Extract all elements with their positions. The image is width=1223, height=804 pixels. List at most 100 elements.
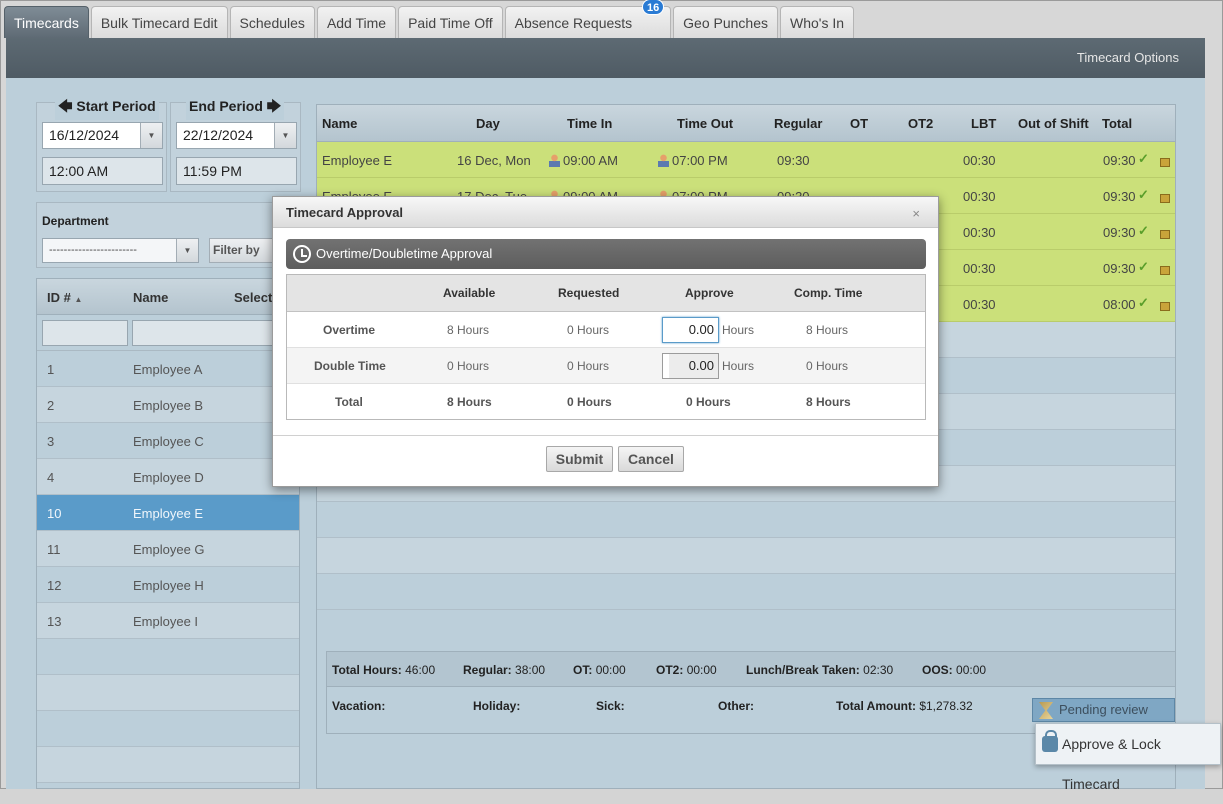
double-time-approve-input[interactable]: 0.00 bbox=[662, 353, 719, 379]
calendar-icon[interactable] bbox=[1160, 154, 1170, 169]
tab-add-time[interactable]: Add Time bbox=[316, 6, 397, 38]
col-total[interactable]: Total bbox=[1102, 116, 1132, 131]
start-period-text: Start Period bbox=[76, 98, 156, 114]
row-name: Employee E bbox=[322, 153, 393, 168]
col-name[interactable]: Name bbox=[322, 116, 357, 131]
list-item[interactable]: 2 Employee B bbox=[37, 387, 299, 423]
col-lbt[interactable]: LBT bbox=[971, 116, 996, 131]
department-label: Department bbox=[42, 214, 109, 228]
pending-review-label: Pending review bbox=[1059, 702, 1148, 717]
tab-absence-requests[interactable]: Absence Requests 16 bbox=[504, 0, 672, 38]
cancel-button[interactable]: Cancel bbox=[618, 446, 684, 472]
chevron-down-icon[interactable]: ▼ bbox=[274, 123, 296, 148]
total-approve: 0 Hours bbox=[686, 395, 731, 409]
end-period-text: End Period bbox=[189, 98, 263, 114]
tab-geo-punches[interactable]: Geo Punches bbox=[673, 6, 779, 38]
timecard-options-link[interactable]: Timecard Options bbox=[1077, 50, 1179, 65]
employee-id: 11 bbox=[47, 542, 61, 557]
row-total: 09:30 bbox=[1103, 189, 1136, 204]
approved-check-icon: ✓ bbox=[1138, 187, 1149, 202]
options-bar: Timecard Options bbox=[6, 38, 1205, 78]
chevron-down-icon[interactable]: ▼ bbox=[140, 123, 162, 148]
list-item bbox=[37, 747, 299, 783]
approved-check-icon: ✓ bbox=[1138, 223, 1149, 238]
double-time-requested: 0 Hours bbox=[567, 359, 610, 373]
col-time-in[interactable]: Time In bbox=[567, 116, 612, 131]
overtime-unit: Hours bbox=[722, 323, 755, 337]
list-item bbox=[37, 711, 299, 747]
employee-list: ID # ▲ Name Selecte 1 Employee A 2 Employee… bbox=[36, 278, 301, 789]
overtime-comp-time: 8 Hours bbox=[806, 323, 849, 337]
tab-whos-in[interactable]: Who's In bbox=[780, 6, 855, 38]
col-day[interactable]: Day bbox=[476, 116, 500, 131]
end-time-input[interactable]: 11:59 PM bbox=[176, 157, 297, 185]
overtime-available: 8 Hours bbox=[447, 323, 490, 337]
clock-history-icon bbox=[293, 245, 311, 263]
start-time-input[interactable]: 12:00 AM bbox=[42, 157, 163, 185]
tab-absence-requests-label: Absence Requests bbox=[514, 15, 633, 31]
list-item[interactable]: 4 Employee D bbox=[37, 459, 299, 495]
vacation-label: Vacation: bbox=[332, 699, 386, 713]
sort-asc-icon: ▲ bbox=[74, 295, 83, 304]
tab-timecards[interactable]: Timecards bbox=[4, 6, 89, 38]
list-item[interactable]: 10 Employee E bbox=[37, 495, 299, 531]
approved-check-icon: ✓ bbox=[1138, 151, 1149, 166]
row-total: 08:00 bbox=[1103, 297, 1136, 312]
list-item[interactable]: 13 Employee I bbox=[37, 603, 299, 639]
tab-schedules[interactable]: Schedules bbox=[229, 6, 315, 38]
row-day: 16 Dec, Mon bbox=[457, 153, 531, 168]
calendar-icon[interactable] bbox=[1160, 262, 1170, 277]
tab-bulk-timecard-edit[interactable]: Bulk Timecard Edit bbox=[90, 6, 228, 38]
list-item[interactable]: 3 Employee C bbox=[37, 423, 299, 459]
id-column-header[interactable]: ID # ▲ bbox=[47, 290, 82, 305]
double-time-row: Double Time 0 Hours 0 Hours 0.00 Hours 0… bbox=[287, 348, 925, 384]
row-lbt: 00:30 bbox=[963, 261, 996, 276]
overtime-label: Overtime bbox=[323, 323, 376, 337]
list-item[interactable]: 11 Employee G bbox=[37, 531, 299, 567]
employee-name: Employee G bbox=[133, 542, 205, 557]
list-item[interactable]: 1 Employee A bbox=[37, 351, 299, 387]
ot-hours: OT: 00:00 bbox=[573, 663, 626, 677]
col-regular[interactable]: Regular bbox=[774, 116, 822, 131]
timecard-approval-dialog: Timecard Approval × Overtime/Doubletime … bbox=[272, 196, 939, 487]
name-column-header[interactable]: Name bbox=[133, 290, 168, 305]
row-regular: 09:30 bbox=[777, 153, 810, 168]
col-time-out[interactable]: Time Out bbox=[677, 116, 733, 131]
absence-requests-badge: 16 bbox=[642, 0, 665, 15]
calendar-icon[interactable] bbox=[1160, 298, 1170, 313]
close-icon[interactable]: × bbox=[912, 206, 920, 221]
id-filter-input[interactable] bbox=[42, 320, 128, 346]
table-row[interactable]: Employee E 16 Dec, Mon 09:00 AM 07:00 PM 09:… bbox=[317, 142, 1175, 178]
list-item bbox=[37, 639, 299, 675]
col-ot[interactable]: OT bbox=[850, 116, 868, 131]
department-select[interactable]: ------------------------ ▼ bbox=[42, 238, 199, 263]
chevron-down-icon[interactable]: ▼ bbox=[176, 239, 198, 262]
col-requested: Requested bbox=[558, 286, 620, 300]
list-item[interactable]: 12 Employee H bbox=[37, 567, 299, 603]
col-ot2[interactable]: OT2 bbox=[908, 116, 933, 131]
end-date-picker[interactable]: 22/12/2024 ▼ bbox=[176, 122, 297, 149]
calendar-icon[interactable] bbox=[1160, 226, 1170, 241]
approved-check-icon: ✓ bbox=[1138, 259, 1149, 274]
tab-paid-time-off[interactable]: Paid Time Off bbox=[398, 6, 503, 38]
double-time-available: 0 Hours bbox=[447, 359, 490, 373]
end-date-value: 22/12/2024 bbox=[183, 127, 254, 143]
total-amount: Total Amount: $1,278.32 bbox=[836, 699, 973, 713]
employee-id: 12 bbox=[47, 578, 62, 593]
double-time-label: Double Time bbox=[314, 359, 386, 373]
overtime-row: Overtime 8 Hours 0 Hours 0.00 Hours 8 Ho… bbox=[287, 312, 925, 348]
dialog-title: Timecard Approval bbox=[286, 205, 404, 220]
employee-list-header: ID # ▲ Name Selecte bbox=[37, 279, 299, 315]
oos-hours: OOS: 00:00 bbox=[922, 663, 987, 677]
start-period-label: 🡄 Start Period bbox=[55, 96, 159, 120]
col-out-of-shift[interactable]: Out of Shift bbox=[1018, 116, 1089, 131]
approve-lock-timecard-menu-item[interactable]: Approve & Lock Timecard bbox=[1035, 723, 1221, 792]
start-date-picker[interactable]: 16/12/2024 ▼ bbox=[42, 122, 163, 149]
employee-name: Employee B bbox=[133, 398, 204, 413]
submit-button[interactable]: Submit bbox=[546, 446, 613, 472]
arrow-right-icon: 🡆 bbox=[266, 98, 282, 114]
calendar-icon[interactable] bbox=[1160, 190, 1170, 205]
department-filter-box: Department ------------------------ ▼ Fil… bbox=[36, 202, 300, 268]
pending-review-button[interactable]: Pending review bbox=[1032, 698, 1175, 722]
overtime-approve-input[interactable]: 0.00 bbox=[662, 317, 719, 343]
